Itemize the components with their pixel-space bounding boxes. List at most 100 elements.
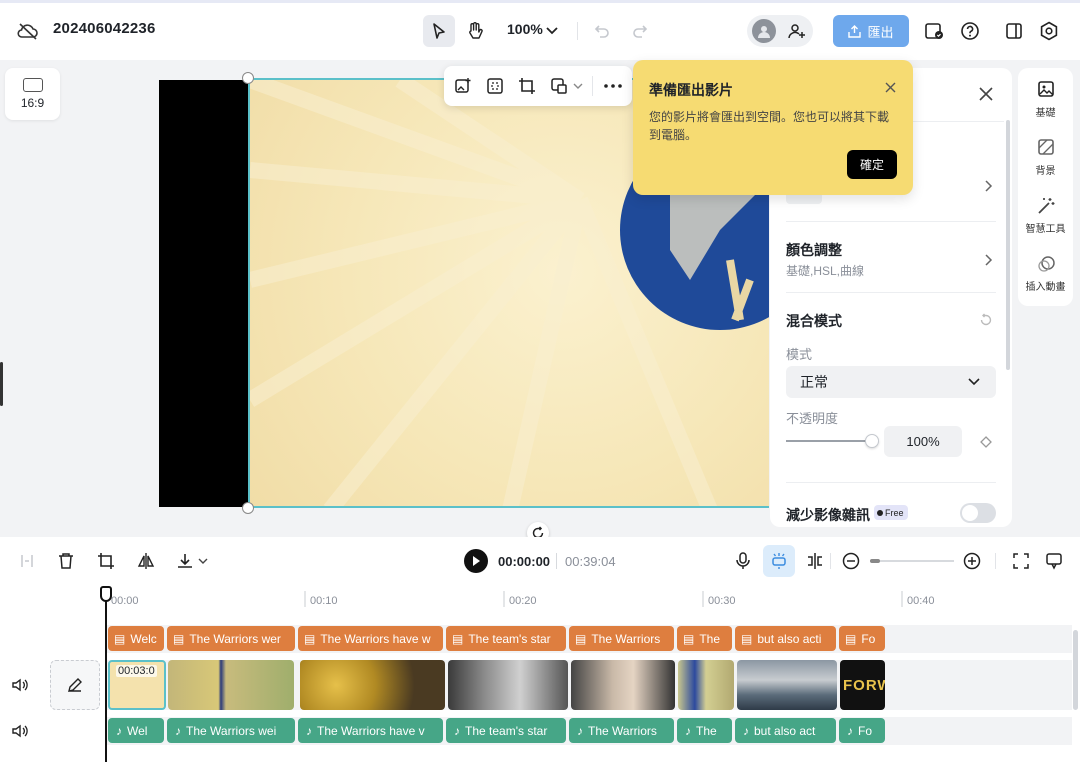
redo-icon[interactable] (629, 20, 651, 42)
timeline-scrollbar[interactable] (1073, 630, 1078, 710)
speaker-icon[interactable] (10, 722, 30, 740)
layout-panel-icon[interactable] (1002, 19, 1026, 43)
timeline-zoom-thumb[interactable] (870, 559, 880, 563)
reset-icon[interactable] (977, 311, 995, 329)
denoise-toggle[interactable] (960, 503, 996, 523)
add-image-icon[interactable] (452, 75, 474, 97)
add-user-icon[interactable] (785, 19, 809, 43)
chevron-down-icon[interactable] (197, 554, 209, 568)
auto-snap-button[interactable] (763, 545, 795, 577)
caption-clip[interactable]: ▤ but also acti (735, 626, 836, 651)
panel-scrollbar[interactable] (1006, 120, 1010, 370)
audio-clip[interactable]: ♪ Fo (839, 718, 885, 743)
video-clip[interactable] (678, 660, 734, 710)
tab-animation[interactable]: 插入動畫 (1018, 254, 1073, 293)
zoom-out-icon[interactable] (840, 550, 862, 572)
left-panel-handle[interactable] (0, 362, 3, 406)
video-clip[interactable] (168, 660, 294, 710)
more-options-icon[interactable] (602, 75, 624, 97)
edit-icon (68, 678, 82, 692)
chevron-right-icon[interactable] (982, 178, 996, 194)
audio-clip[interactable]: ♪ The Warriors have v (298, 718, 443, 743)
playhead[interactable] (105, 586, 107, 762)
color-adjust-title[interactable]: 顏色調整 (786, 240, 842, 260)
play-button[interactable] (464, 549, 488, 573)
crop-icon[interactable] (516, 75, 538, 97)
delete-icon[interactable] (55, 550, 77, 572)
blend-mode-select[interactable]: 正常 (786, 366, 996, 398)
video-clip[interactable] (737, 660, 837, 710)
tab-basic[interactable]: 基礎 (1018, 80, 1073, 119)
close-panel-icon[interactable] (976, 84, 996, 104)
caption-clip[interactable]: ▤ The (677, 626, 732, 651)
aspect-ratio-button[interactable]: 16:9 (5, 68, 60, 120)
chevron-down-icon[interactable] (545, 22, 559, 40)
microphone-icon[interactable] (732, 550, 754, 572)
confirm-button[interactable]: 確定 (847, 150, 897, 179)
undo-icon[interactable] (591, 20, 613, 42)
audio-text: but also act (754, 723, 816, 738)
fit-frame-icon[interactable] (484, 75, 506, 97)
feedback-icon[interactable] (1043, 550, 1065, 572)
flip-icon[interactable] (135, 550, 157, 572)
opacity-slider-track[interactable] (786, 440, 872, 442)
audio-clip[interactable]: ♪ but also act (735, 718, 836, 743)
settings-icon[interactable] (1037, 19, 1061, 43)
subscription-icon[interactable] (922, 19, 946, 43)
caption-clip[interactable]: ▤ Fo (839, 626, 885, 651)
hand-tool-button[interactable] (461, 15, 489, 47)
divider (556, 553, 557, 569)
fullscreen-icon[interactable] (1010, 550, 1032, 572)
video-clip[interactable]: FORW (840, 660, 885, 710)
chevron-right-icon[interactable] (982, 252, 996, 268)
caption-clip[interactable]: ▤ The team's star (446, 626, 566, 651)
replace-media-icon[interactable] (548, 75, 570, 97)
opacity-input[interactable]: 100% (884, 426, 962, 457)
divider (786, 221, 996, 222)
audio-icon: ♪ (175, 723, 181, 738)
caption-clip[interactable]: ▤ Welc (108, 626, 164, 651)
resize-handle-bottom-left[interactable] (242, 502, 254, 514)
playhead-handle[interactable] (100, 586, 112, 602)
avatar[interactable] (752, 19, 776, 43)
audio-clip[interactable]: ♪ Wel (108, 718, 164, 743)
caption-icon: ▤ (683, 631, 695, 646)
chevron-down-icon[interactable] (572, 79, 584, 93)
export-button[interactable]: 匯出 (833, 15, 909, 47)
tab-smart-tools[interactable]: 智慧工具 (1018, 196, 1073, 235)
zoom-level[interactable]: 100% (507, 21, 543, 37)
close-icon[interactable] (881, 78, 899, 96)
help-icon[interactable] (958, 19, 982, 43)
audio-clip[interactable]: ♪ The Warriors wei (167, 718, 295, 743)
audio-text: The team's star (465, 723, 548, 738)
timeline-zoom-slider[interactable] (870, 560, 954, 562)
split-audio-icon[interactable] (804, 550, 826, 572)
video-clip-selected[interactable]: 00:03:0 (108, 660, 166, 710)
caption-clip[interactable]: ▤ The Warriors have w (298, 626, 443, 651)
opacity-slider-thumb[interactable] (865, 434, 879, 448)
split-icon[interactable] (16, 550, 38, 572)
cloud-sync-icon[interactable] (16, 20, 40, 42)
audio-clip[interactable]: ♪ The team's star (446, 718, 566, 743)
video-clip[interactable] (300, 660, 445, 710)
video-clip[interactable] (448, 660, 568, 710)
tab-background[interactable]: 背景 (1018, 138, 1073, 177)
speaker-icon[interactable] (10, 676, 30, 694)
zoom-in-icon[interactable] (961, 550, 983, 572)
audio-icon: ♪ (306, 723, 312, 738)
keyframe-icon[interactable] (978, 434, 994, 450)
cover-edit-button[interactable] (50, 660, 100, 710)
resize-handle-top-left[interactable] (242, 72, 254, 84)
video-clip[interactable] (571, 660, 675, 710)
timeline-ruler[interactable]: 00:00 00:10 00:20 00:30 00:40 (0, 585, 1080, 615)
audio-clip[interactable]: ♪ The Warriors (569, 718, 674, 743)
caption-clip[interactable]: ▤ The Warriors (569, 626, 674, 651)
caption-clip[interactable]: ▤ The Warriors wer (167, 626, 295, 651)
audio-clip[interactable]: ♪ The (677, 718, 732, 743)
project-title[interactable]: 202406042236 (53, 20, 156, 37)
select-tool-button[interactable] (423, 15, 455, 47)
download-icon[interactable] (174, 550, 196, 572)
crop-icon[interactable] (95, 550, 117, 572)
divider (592, 76, 593, 96)
caption-text: The (699, 631, 721, 646)
